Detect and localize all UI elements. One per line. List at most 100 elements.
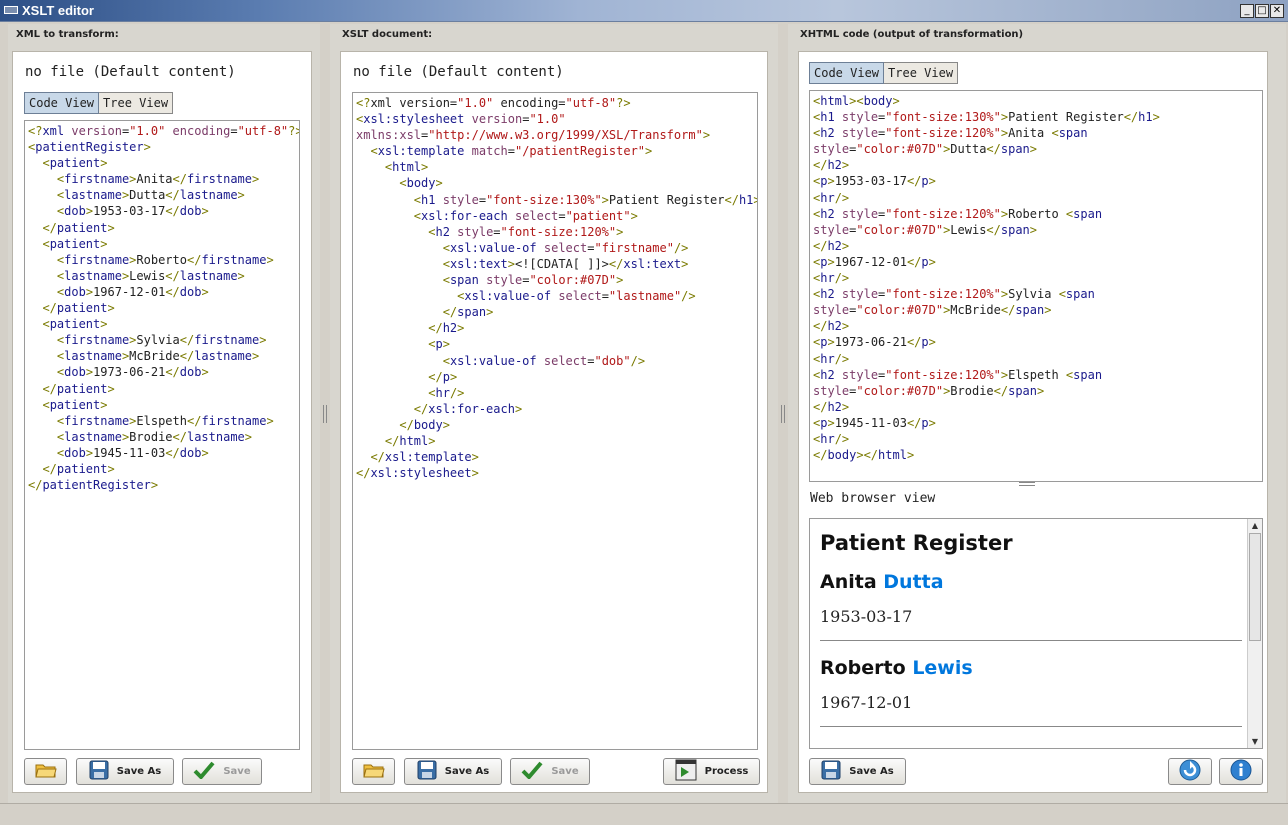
xhtml-code-line: style="color:#07D">Dutta</span> <box>813 142 1038 157</box>
process-label: Process <box>704 766 749 777</box>
xslt-code-line: </xsl:for-each> <box>413 401 523 416</box>
xslt-column: XSLT document: no file (Default content)… <box>330 24 778 803</box>
xml-code-line: <?xml version="1.0" encoding="utf-8"?> <box>28 124 299 138</box>
floppy-icon <box>821 760 841 783</box>
xslt-code-line: <span style="color:#07D"> <box>442 273 624 288</box>
xml-tab-tree-view[interactable]: Tree View <box>99 92 174 114</box>
divider <box>820 726 1242 727</box>
xslt-code-line: <hr/> <box>428 385 465 400</box>
xslt-heading: XSLT document: <box>342 29 433 40</box>
divider <box>820 640 1242 641</box>
output-tab-tree-view[interactable]: Tree View <box>884 62 959 84</box>
xhtml-code-line: </h2> <box>813 399 850 414</box>
xhtml-code-line: </body></html> <box>813 448 915 463</box>
xml-panel: no file (Default content) Code View Tree… <box>12 51 312 793</box>
xhtml-code-line: <p>1973-06-21</p> <box>813 335 936 350</box>
xml-open-button[interactable] <box>24 758 67 785</box>
xslt-code-line: <body> <box>399 176 443 191</box>
floppy-icon <box>417 760 437 783</box>
xslt-code-line: </html> <box>384 433 436 448</box>
xslt-code-line: <xsl:template match="/patientRegister"> <box>370 144 653 159</box>
xml-code-line: <firstname>Elspeth</firstname> <box>56 413 274 428</box>
xml-view-tabs: Code View Tree View <box>24 92 174 114</box>
splitter-handle-left[interactable] <box>323 405 327 423</box>
xslt-save-as-button[interactable]: Save As <box>404 758 502 785</box>
xhtml-code-line: <h2 style="font-size:120%">Elspeth <span <box>813 367 1103 382</box>
patient-first-name: Anita <box>820 571 877 593</box>
browser-content: Patient Register Anita Dutta 1953-03-17 … <box>820 527 1242 743</box>
horizontal-splitter-handle[interactable] <box>1019 482 1035 486</box>
xhtml-code-line: <html><body> <box>813 94 900 108</box>
web-browser-view[interactable]: Patient Register Anita Dutta 1953-03-17 … <box>809 518 1263 749</box>
xslt-code-line: <xsl:stylesheet version="1.0" <box>356 112 566 127</box>
xml-code-line: </patient> <box>42 301 115 316</box>
xml-code-line: </patient> <box>42 381 115 396</box>
xml-code-line: <dob>1973-06-21</dob> <box>56 365 209 380</box>
xhtml-code-editor[interactable]: <html><body> <h1 style="font-size:130%">P… <box>809 90 1263 482</box>
info-button[interactable] <box>1219 758 1263 785</box>
xml-code-line: <dob>1953-03-17</dob> <box>56 204 209 219</box>
xslt-code-editor[interactable]: <?xml version="1.0" encoding="utf-8"?> <x… <box>352 92 758 750</box>
xslt-code-line: </xsl:stylesheet> <box>356 466 479 481</box>
xml-code-line: <firstname>Roberto</firstname> <box>56 252 274 267</box>
xml-code-line: <patientRegister> <box>28 140 151 155</box>
xhtml-code-line: <h1 style="font-size:130%">Patient Regis… <box>813 110 1160 125</box>
title-bar: XSLT editor _ □ ✕ <box>0 0 1288 22</box>
xslt-code-line: <xsl:value-of select="lastname"/> <box>457 289 696 304</box>
output-column: XHTML code (output of transformation) Co… <box>788 24 1286 803</box>
xslt-file-label: no file (Default content) <box>353 64 564 80</box>
output-save-as-button[interactable]: Save As <box>809 758 906 785</box>
xslt-save-button[interactable]: Save <box>510 758 590 785</box>
scroll-up-arrow-icon[interactable]: ▲ <box>1248 519 1262 532</box>
xslt-code-line: <xsl:value-of select="firstname"/> <box>442 240 689 255</box>
browser-scrollbar[interactable]: ▲ ▼ <box>1247 519 1262 748</box>
browser-patient-heading: Anita Dutta <box>820 571 1242 593</box>
refresh-button[interactable] <box>1168 758 1212 785</box>
patient-last-name: Lewis <box>912 657 973 679</box>
folder-icon <box>362 761 385 782</box>
xhtml-code-line: <h2 style="font-size:120%">Anita <span <box>813 126 1088 141</box>
xhtml-code-line: </h2> <box>813 238 850 253</box>
xml-code-line: <lastname>Brodie</lastname> <box>56 429 253 444</box>
xml-save-button[interactable]: Save <box>182 758 262 785</box>
xslt-code-line: xmlns:xsl="http://www.w3.org/1999/XSL/Tr… <box>356 128 711 143</box>
xhtml-code-line: <p>1953-03-17</p> <box>813 174 936 189</box>
process-button[interactable]: Process <box>663 758 760 785</box>
xslt-code-line: <p> <box>428 337 450 352</box>
scroll-down-arrow-icon[interactable]: ▼ <box>1248 735 1262 748</box>
browser-patient-heading: Roberto Lewis <box>820 657 1242 679</box>
xslt-save-as-label: Save As <box>444 766 490 777</box>
minimize-button[interactable]: _ <box>1240 4 1254 18</box>
splitter-handle-right[interactable] <box>781 405 785 423</box>
xslt-open-button[interactable] <box>352 758 395 785</box>
output-tab-code-view[interactable]: Code View <box>809 62 885 84</box>
scrollbar-thumb[interactable] <box>1249 533 1261 641</box>
xslt-panel: no file (Default content) <?xml version=… <box>340 51 768 793</box>
folder-icon <box>34 761 57 782</box>
xhtml-code-line: </h2> <box>813 319 850 334</box>
floppy-icon <box>89 760 109 783</box>
xml-tab-code-view[interactable]: Code View <box>24 92 100 114</box>
patient-last-name: Dutta <box>883 571 944 593</box>
xslt-code-line: <xsl:for-each select="patient"> <box>413 208 638 223</box>
xslt-code-line: </h2> <box>428 321 465 336</box>
xml-column: XML to transform: no file (Default conte… <box>8 24 320 803</box>
xhtml-code-line: style="color:#07D">Brodie</span> <box>813 383 1045 398</box>
xhtml-code-line: </h2> <box>813 158 850 173</box>
maximize-button[interactable]: □ <box>1255 4 1269 18</box>
xhtml-code-line: <hr/> <box>813 351 850 366</box>
xml-code-editor[interactable]: <?xml version="1.0" encoding="utf-8"?> <p… <box>24 120 300 750</box>
xml-code-line: </patient> <box>42 220 115 235</box>
xhtml-code-line: style="color:#07D">McBride</span> <box>813 303 1052 318</box>
xml-code-line: <patient> <box>42 236 108 251</box>
xslt-code-line: <h2 style="font-size:120%"> <box>428 224 624 239</box>
xml-code-line: <patient> <box>42 156 108 171</box>
xslt-code-line: <xsl:value-of select="dob"/> <box>442 353 646 368</box>
xml-code-line: <dob>1945-11-03</dob> <box>56 445 209 460</box>
process-icon <box>675 759 697 784</box>
xml-code-line: <firstname>Anita</firstname> <box>56 172 260 187</box>
close-button[interactable]: ✕ <box>1270 4 1284 18</box>
xml-save-as-button[interactable]: Save As <box>76 758 174 785</box>
xml-heading: XML to transform: <box>16 29 119 40</box>
patient-dob: 1967-12-01 <box>820 693 913 712</box>
